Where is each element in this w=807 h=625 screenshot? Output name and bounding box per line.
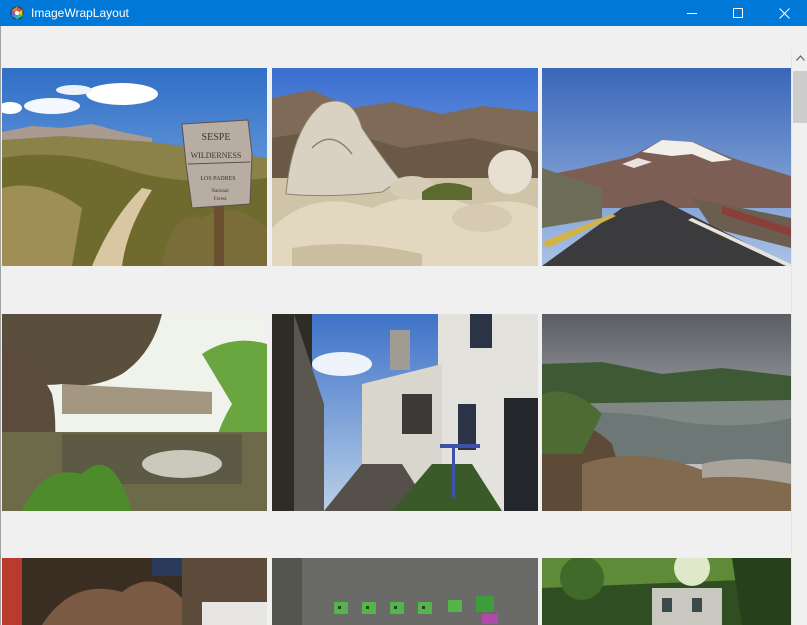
interior-photo[interactable] (2, 558, 267, 625)
alley-buildings-photo[interactable] (272, 314, 538, 511)
sign-line-3: LOS PADRES (200, 176, 235, 182)
app-icon[interactable] (9, 5, 25, 21)
scroll-up-button[interactable] (792, 49, 807, 66)
window-border (0, 26, 1, 625)
cave-pool-photo[interactable] (2, 314, 267, 511)
sign-line-1: SESPE (202, 132, 231, 143)
close-icon (778, 7, 790, 19)
sign-line-5: Forest (214, 197, 227, 202)
boulders-photo[interactable] (272, 68, 538, 266)
scroll-thumb[interactable] (793, 71, 807, 123)
pixel-invaders-photo[interactable] (272, 558, 538, 625)
sign-line-4: National (211, 189, 229, 194)
trail-sign-photo[interactable]: SESPE WILDERNESS LOS PADRES National For… (2, 68, 267, 266)
close-button[interactable] (761, 0, 807, 26)
title-bar[interactable]: ImageWrapLayout (0, 0, 807, 26)
maximize-icon (733, 8, 743, 18)
mountain-road-photo[interactable] (542, 68, 791, 266)
chevron-up-icon (795, 54, 805, 61)
maximize-button[interactable] (715, 0, 761, 26)
minimize-button[interactable] (669, 0, 715, 26)
minimize-icon (687, 13, 697, 14)
forest-building-photo[interactable] (542, 558, 791, 625)
window-title: ImageWrapLayout (31, 6, 129, 20)
river-rocks-photo[interactable] (542, 314, 791, 511)
sign-line-2: WILDERNESS (191, 151, 242, 160)
vertical-scrollbar[interactable] (791, 49, 807, 625)
